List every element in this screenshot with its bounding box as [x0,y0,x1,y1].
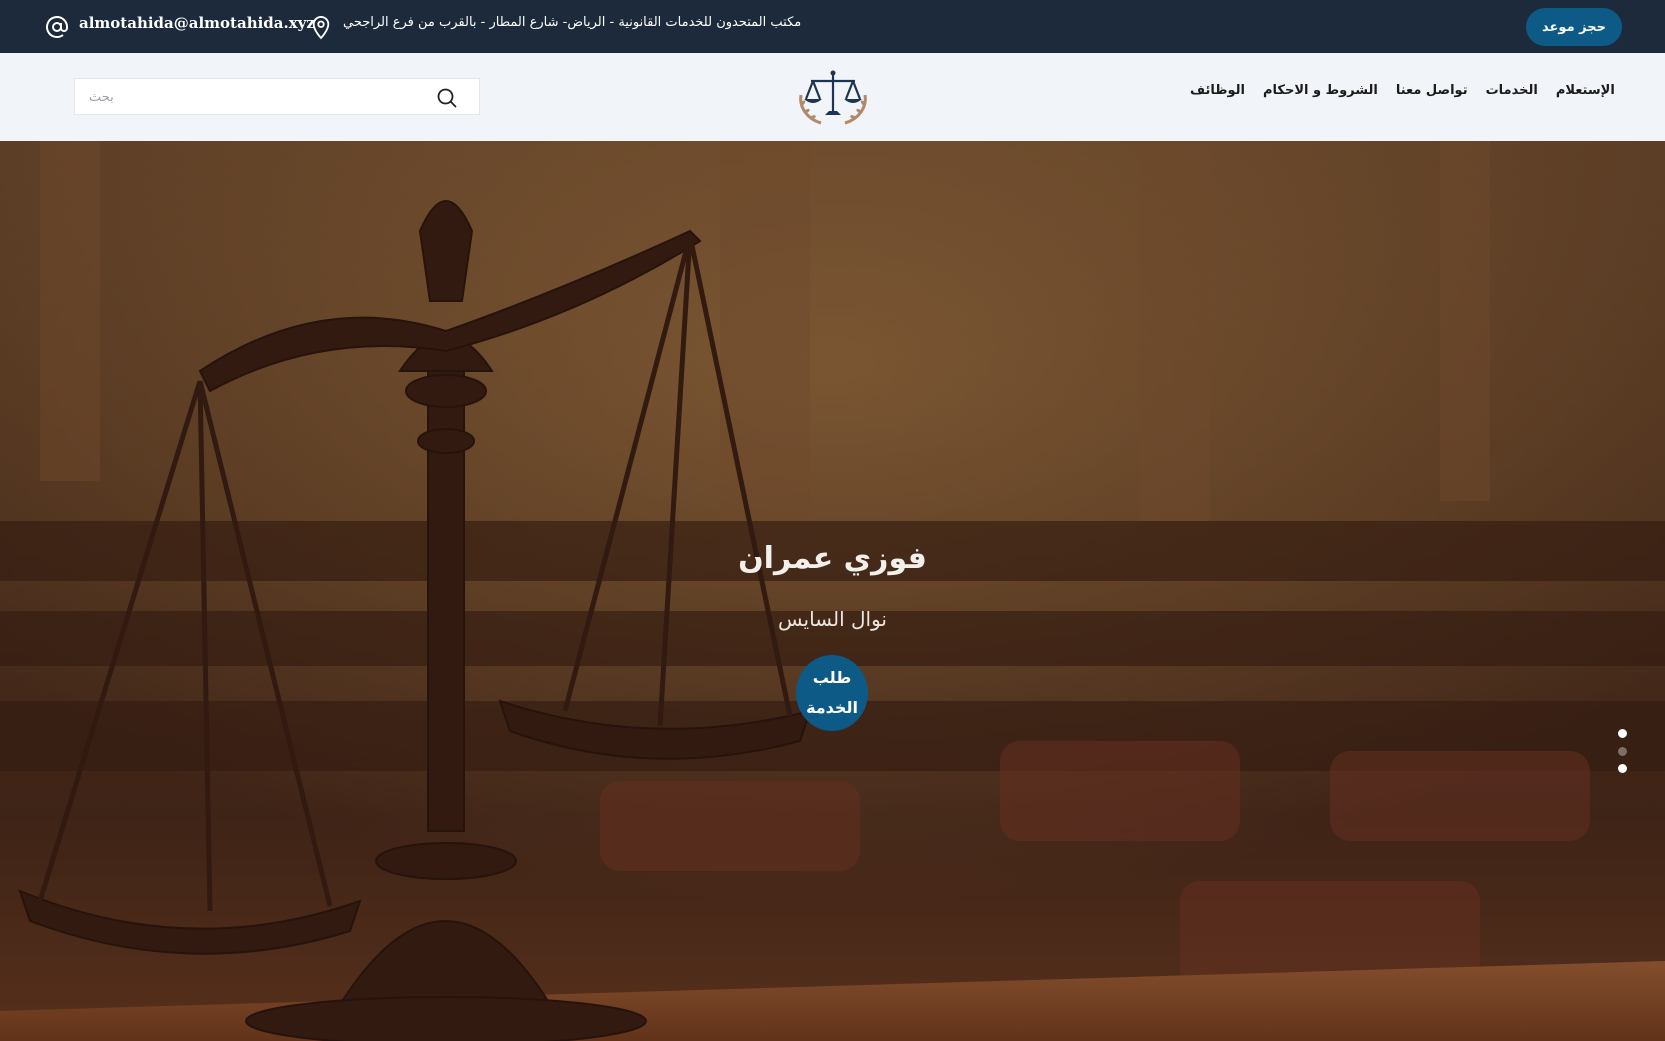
nav-inquiry[interactable]: الإستعلام [1556,83,1615,107]
at-sign-icon [46,16,68,38]
top-bar: almotahida@almotahida.xyz مكتب المتحدون … [0,0,1665,53]
hero-slider: فوزي عمران نوال السايس طلب الخدمة [0,141,1665,1041]
slider-dot-1[interactable] [1618,729,1627,738]
hero-background-image [0,141,1665,1041]
search-icon[interactable] [435,86,459,110]
scales-of-justice-logo[interactable] [791,67,875,127]
hero-subtitle: نوال السايس [778,607,887,631]
main-header: الوظائف الشروط و الاحكام تواصل معنا الخد… [0,53,1665,141]
nav-jobs[interactable]: الوظائف [1190,83,1245,107]
request-service-button[interactable]: طلب الخدمة [796,655,868,731]
nav-terms[interactable]: الشروط و الاحكام [1263,83,1378,107]
main-nav: الوظائف الشروط و الاحكام تواصل معنا الخد… [1190,83,1615,107]
contact-email[interactable]: almotahida@almotahida.xyz [79,14,315,32]
nav-services[interactable]: الخدمات [1486,83,1538,107]
slider-pagination [1616,729,1628,785]
slider-dot-3[interactable] [1618,764,1627,773]
nav-contact[interactable]: تواصل معنا [1396,83,1468,107]
book-appointment-button[interactable]: حجز موعد [1526,8,1622,46]
search-input[interactable] [89,87,389,107]
slider-dot-2[interactable] [1618,747,1627,756]
office-address: مكتب المتحدون للخدمات القانونية - الرياض… [343,15,802,30]
hero-title: فوزي عمران [738,541,927,576]
map-pin-icon [312,16,330,40]
search-box [74,78,480,115]
